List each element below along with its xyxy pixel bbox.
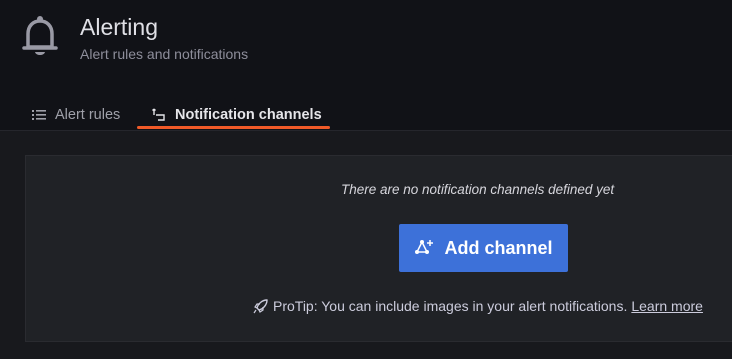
protip-text: ProTip: You can include images in your a…: [273, 298, 628, 314]
active-tab-indicator: [137, 126, 330, 129]
list-icon: [32, 109, 46, 121]
empty-state-message: There are no notification channels defin…: [341, 182, 615, 197]
tab-label: Notification channels: [175, 107, 322, 123]
add-channel-button[interactable]: Add channel: [399, 224, 568, 272]
add-channel-label: Add channel: [444, 237, 553, 258]
tab-label: Alert rules: [55, 107, 121, 123]
page-header: Alerting Alert rules and notifications A…: [0, 0, 732, 130]
learn-more-link[interactable]: Learn more: [631, 298, 703, 314]
main-content: There are no notification channels defin…: [0, 131, 732, 359]
bell-icon: [20, 14, 60, 63]
channel-icon: [152, 108, 166, 122]
page-title: Alerting: [80, 14, 158, 40]
page-subtitle: Alert rules and notifications: [80, 46, 249, 62]
channel-add-icon: [414, 238, 434, 258]
protip: ProTip: You can include images in your a…: [253, 298, 703, 314]
rocket-icon: [253, 298, 269, 314]
tab-alert-rules[interactable]: Alert rules: [32, 100, 120, 130]
empty-state-card: There are no notification channels defin…: [25, 155, 732, 342]
